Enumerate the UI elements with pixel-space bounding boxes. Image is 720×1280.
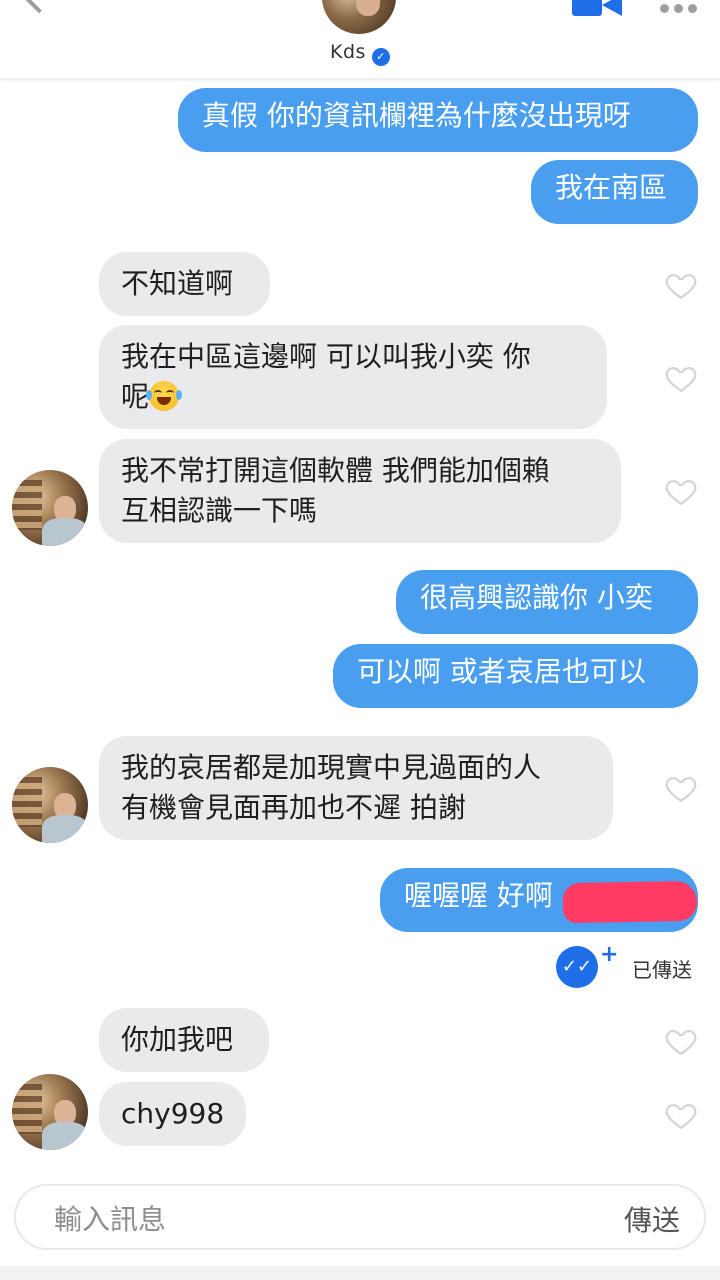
redaction-mark bbox=[562, 880, 698, 924]
contact-avatar[interactable] bbox=[12, 1074, 88, 1150]
message-text-line: 有機會見面再加也不遲 拍謝 bbox=[121, 791, 466, 824]
back-chevron-icon[interactable] bbox=[20, 0, 58, 14]
contact-name: Kds bbox=[330, 41, 366, 63]
received-message-bubble[interactable]: 你加我吧 bbox=[99, 1008, 269, 1072]
message-text: chy998 bbox=[121, 1097, 225, 1130]
message-text: 很高興認識你 小奕 bbox=[420, 581, 653, 614]
received-message-bubble[interactable]: chy998 bbox=[99, 1082, 246, 1146]
plus-icon: + bbox=[600, 942, 619, 967]
verified-badge-icon: ✓ bbox=[371, 48, 390, 66]
heart-icon[interactable] bbox=[664, 268, 698, 302]
read-status: 已傳送 bbox=[632, 958, 692, 982]
sent-message-bubble[interactable]: 很高興認識你 小奕 bbox=[396, 570, 698, 634]
video-call-icon[interactable] bbox=[572, 0, 622, 16]
sent-message-bubble[interactable]: 我在南區 bbox=[531, 160, 698, 224]
heart-icon[interactable] bbox=[664, 1098, 698, 1132]
message-text: 喔喔喔 好啊 bbox=[404, 879, 553, 912]
heart-icon[interactable] bbox=[664, 1024, 698, 1058]
heart-icon[interactable] bbox=[664, 361, 698, 395]
sent-message-bubble[interactable]: 真假 你的資訊欄裡為什麼沒出現呀 bbox=[178, 88, 698, 152]
message-text-line: 我不常打開這個軟體 我們能加個賴 bbox=[121, 454, 550, 487]
bottom-bar bbox=[0, 1266, 720, 1280]
message-text: 不知道啊 bbox=[121, 267, 234, 300]
message-composer: 傳送 bbox=[14, 1184, 706, 1250]
laughing-tears-emoji-icon bbox=[146, 381, 183, 411]
received-message-bubble[interactable]: 不知道啊 bbox=[99, 252, 270, 316]
message-text-line: 互相認識一下嗎 bbox=[121, 494, 318, 527]
message-text-line: 呢 bbox=[121, 377, 585, 417]
received-message-bubble[interactable]: 我不常打開這個軟體 我們能加個賴 互相認識一下嗎 bbox=[99, 439, 621, 543]
contact-avatar[interactable] bbox=[12, 470, 88, 546]
sent-message-bubble[interactable]: 可以啊 或者哀居也可以 bbox=[333, 644, 698, 708]
contact-name-row[interactable]: Kds ✓ bbox=[0, 41, 720, 66]
contact-avatar[interactable] bbox=[12, 767, 88, 843]
heart-icon[interactable] bbox=[664, 474, 698, 508]
contact-avatar[interactable] bbox=[322, 0, 396, 34]
received-message-bubble[interactable]: 我的哀居都是加現實中見過面的人 有機會見面再加也不遲 拍謝 bbox=[99, 736, 613, 840]
message-input[interactable] bbox=[52, 1196, 576, 1242]
message-text-line: 我的哀居都是加現實中見過面的人 bbox=[121, 751, 542, 784]
message-text: 我在南區 bbox=[555, 171, 668, 204]
message-text: 真假 你的資訊欄裡為什麼沒出現呀 bbox=[202, 99, 631, 132]
message-text: 可以啊 或者哀居也可以 bbox=[357, 655, 646, 688]
send-button[interactable]: 傳送 bbox=[618, 1198, 686, 1240]
heart-icon[interactable] bbox=[664, 771, 698, 805]
chat-header: Kds ✓ bbox=[0, 0, 720, 78]
message-text-line: 我在中區這邊啊 可以叫我小奕 你 bbox=[121, 340, 531, 373]
read-receipt-icon: ✓✓ bbox=[556, 946, 598, 988]
message-text: 你加我吧 bbox=[121, 1023, 234, 1056]
received-message-bubble[interactable]: 我在中區這邊啊 可以叫我小奕 你 呢 bbox=[99, 325, 607, 429]
more-options-icon[interactable] bbox=[660, 0, 702, 17]
